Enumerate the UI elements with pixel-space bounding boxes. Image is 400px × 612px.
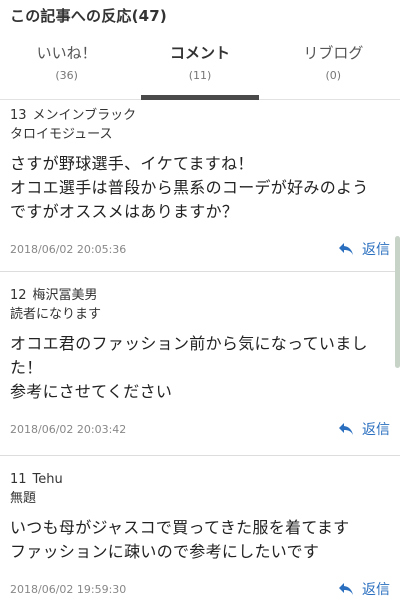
reply-arrow-icon bbox=[339, 243, 353, 255]
comment-date: 2018/06/02 20:03:42 bbox=[10, 422, 127, 436]
tab-comments[interactable]: コメント (11) bbox=[133, 36, 266, 100]
comment-item: 13 メンインブラック タロイモジュース さすが野球選手、イケてますね！ オコエ選… bbox=[0, 92, 400, 272]
tab-reblogs[interactable]: リブログ (0) bbox=[267, 36, 400, 99]
comment-body-line: オコエ君のファッション前から気になっていまし bbox=[10, 334, 368, 353]
comment-date: 2018/06/02 20:05:36 bbox=[10, 242, 127, 256]
comment-number: 13 bbox=[10, 108, 27, 123]
comment-author[interactable]: メンインブラック bbox=[33, 108, 137, 123]
comment-number: 12 bbox=[10, 288, 27, 303]
reply-button[interactable]: 返信 bbox=[338, 419, 390, 439]
reaction-tabs: いいね！ (36) コメント (11) リブログ (0) bbox=[0, 36, 400, 100]
comment-author-line: 13 メンインブラック bbox=[10, 106, 390, 125]
comment-number: 11 bbox=[10, 472, 27, 487]
comment-body-line: た！ bbox=[10, 358, 43, 377]
comment-body: さすが野球選手、イケてますね！ オコエ選手は普段から黒系のコーデが好みのよう で… bbox=[10, 152, 390, 224]
comment-body-line: さすが野球選手、イケてますね！ bbox=[10, 154, 254, 173]
comment-body-line: いつも母がジャスコで買ってきた服を着てます bbox=[10, 518, 350, 537]
comment-body: オコエ君のファッション前から気になっていまし た！ 参考にさせてください bbox=[10, 332, 390, 404]
reply-arrow-icon bbox=[339, 423, 353, 435]
tab-count: (36) bbox=[55, 69, 78, 82]
comment-list: 13 メンインブラック タロイモジュース さすが野球選手、イケてますね！ オコエ選… bbox=[0, 92, 400, 612]
reply-label: 返信 bbox=[362, 422, 390, 438]
comment-subject: 読者になります bbox=[10, 307, 102, 322]
comment-body-line: オコエ選手は普段から黒系のコーデが好みのよう bbox=[10, 178, 369, 197]
reply-button[interactable]: 返信 bbox=[338, 579, 390, 599]
comment-item: 11 Tehu 無題 いつも母がジャスコで買ってきた服を着てます ファッションに疎… bbox=[0, 456, 400, 612]
tab-label: コメント bbox=[169, 44, 230, 62]
reply-label: 返信 bbox=[362, 242, 390, 258]
comment-body: いつも母がジャスコで買ってきた服を着てます ファッションに疎いので参考にしたいで… bbox=[10, 516, 390, 564]
comment-body-line: ファッションに疎いので参考にしたいです bbox=[10, 542, 320, 561]
comment-author[interactable]: Tehu bbox=[33, 472, 63, 487]
reply-label: 返信 bbox=[362, 582, 390, 598]
comment-subject: タロイモジュース bbox=[10, 127, 113, 142]
tab-label: いいね！ bbox=[36, 44, 97, 62]
tab-label: リブログ bbox=[303, 44, 364, 62]
comment-item: 12 梅沢冨美男 読者になります オコエ君のファッション前から気になっていまし た… bbox=[0, 272, 400, 456]
tab-count: (0) bbox=[325, 69, 342, 82]
comment-author[interactable]: 梅沢冨美男 bbox=[33, 288, 98, 303]
page-title: この記事への反応(47) bbox=[10, 7, 167, 25]
reply-arrow-icon bbox=[339, 583, 353, 595]
comment-body-line: ですがオススメはありますか？ bbox=[10, 202, 239, 221]
reply-button[interactable]: 返信 bbox=[338, 239, 390, 259]
comment-footer: 2018/06/02 20:05:36 返信 bbox=[10, 224, 390, 274]
comment-date: 2018/06/02 19:59:30 bbox=[10, 582, 127, 596]
comment-author-line: 12 梅沢冨美男 bbox=[10, 286, 390, 305]
comment-footer: 2018/06/02 20:03:42 返信 bbox=[10, 404, 390, 454]
comment-author-line: 11 Tehu bbox=[10, 470, 390, 489]
reactions-header: この記事への反応(47) bbox=[0, 0, 400, 28]
comment-body-line: 参考にさせてください bbox=[10, 382, 173, 401]
tab-count: (11) bbox=[188, 69, 212, 82]
tab-likes[interactable]: いいね！ (36) bbox=[0, 36, 133, 99]
scrollbar-thumb[interactable] bbox=[395, 236, 400, 368]
comment-subject: 無題 bbox=[10, 491, 37, 506]
comment-footer: 2018/06/02 19:59:30 返信 bbox=[10, 564, 390, 612]
